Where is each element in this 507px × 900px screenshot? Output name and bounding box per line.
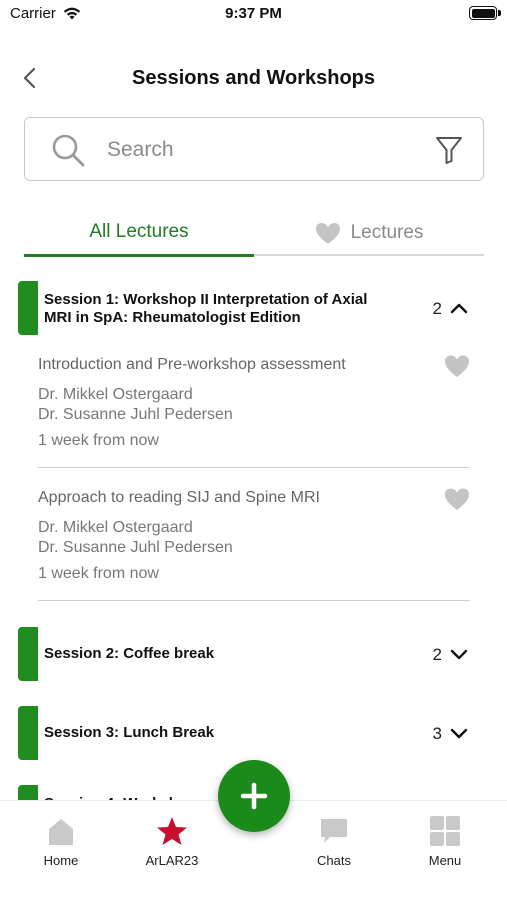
heart-icon[interactable] [444, 487, 470, 511]
session-lecture-count: 2 [432, 299, 442, 318]
session-title: Session 2: Coffee break [44, 645, 215, 662]
lecture-time: 1 week from now [38, 432, 159, 449]
plus-icon [240, 782, 268, 810]
nav-chats[interactable]: Chats [289, 815, 379, 875]
search-icon [52, 134, 85, 167]
grid-icon [430, 816, 460, 846]
nav-label: ArLAR23 [145, 853, 199, 868]
nav-menu[interactable]: Menu [400, 815, 490, 875]
session-title: Session 1: Workshop II Interpretation of… [44, 291, 367, 327]
session-accent-bar [18, 281, 38, 335]
lecture-time: 1 week from now [38, 565, 159, 582]
nav-label: Home [43, 853, 79, 868]
heart-icon[interactable] [444, 354, 470, 378]
session-header[interactable]: Session 2: Coffee break 2 [18, 627, 488, 681]
session-accent-bar [18, 706, 38, 760]
header: Sessions and Workshops [0, 55, 507, 101]
session-header[interactable]: Session 1: Workshop II Interpretation of… [18, 281, 488, 335]
divider [38, 600, 470, 601]
chat-icon [321, 819, 347, 843]
chevron-down-icon[interactable] [450, 647, 468, 661]
nav-label: Menu [428, 853, 462, 868]
chevron-up-icon[interactable] [450, 301, 468, 315]
nav-label: Chats [317, 853, 351, 868]
nav-home[interactable]: Home [16, 815, 106, 875]
session-accent-bar [18, 627, 38, 681]
status-time: 9:37 PM [225, 5, 282, 22]
lecture-item[interactable]: Approach to reading SIJ and Spine MRI Dr… [38, 487, 470, 589]
lecture-title: Approach to reading SIJ and Spine MRI [38, 489, 320, 506]
filter-icon[interactable] [435, 135, 463, 165]
heart-icon [315, 222, 340, 244]
battery-cap [498, 10, 501, 16]
tab-all-lectures[interactable]: All Lectures [24, 210, 254, 257]
lecture-item[interactable]: Introduction and Pre-workshop assessment… [38, 354, 470, 456]
lecture-speaker: Dr. Mikkel Ostergaard [38, 386, 193, 403]
battery-icon [469, 6, 497, 20]
session-title-line1: Session 1: Workshop II Interpretation of… [44, 291, 368, 308]
lecture-speaker: Dr. Susanne Juhl Pedersen [38, 539, 233, 556]
session-header[interactable]: Session 3: Lunch Break 3 [18, 706, 488, 760]
session-lecture-count: 2 [432, 645, 442, 664]
session-title: Session 3: Lunch Break [44, 724, 215, 741]
search-input[interactable] [107, 132, 407, 168]
lecture-speaker: Dr. Mikkel Ostergaard [38, 519, 193, 536]
tab-favorite-lectures[interactable]: Lectures [254, 210, 484, 256]
star-icon [157, 817, 187, 845]
divider [38, 467, 470, 468]
chevron-down-icon[interactable] [450, 726, 468, 740]
tab-favorite-lectures-label: Lectures [350, 222, 424, 243]
lecture-speaker: Dr. Susanne Juhl Pedersen [38, 406, 233, 423]
home-icon [49, 819, 73, 845]
nav-arlar23[interactable]: ArLAR23 [127, 815, 217, 875]
session-lecture-count: 3 [432, 724, 442, 743]
tab-all-lectures-label: All Lectures [89, 221, 189, 242]
lecture-tabs: All Lectures Lectures [24, 210, 484, 257]
lecture-title: Introduction and Pre-workshop assessment [38, 356, 346, 373]
add-button[interactable] [218, 760, 290, 832]
session-title-line2: MRI in SpA: Rheumatologist Edition [44, 309, 301, 326]
page-title: Sessions and Workshops [131, 67, 376, 89]
status-bar: Carrier 9:37 PM [0, 0, 507, 30]
search-bar [24, 117, 484, 181]
